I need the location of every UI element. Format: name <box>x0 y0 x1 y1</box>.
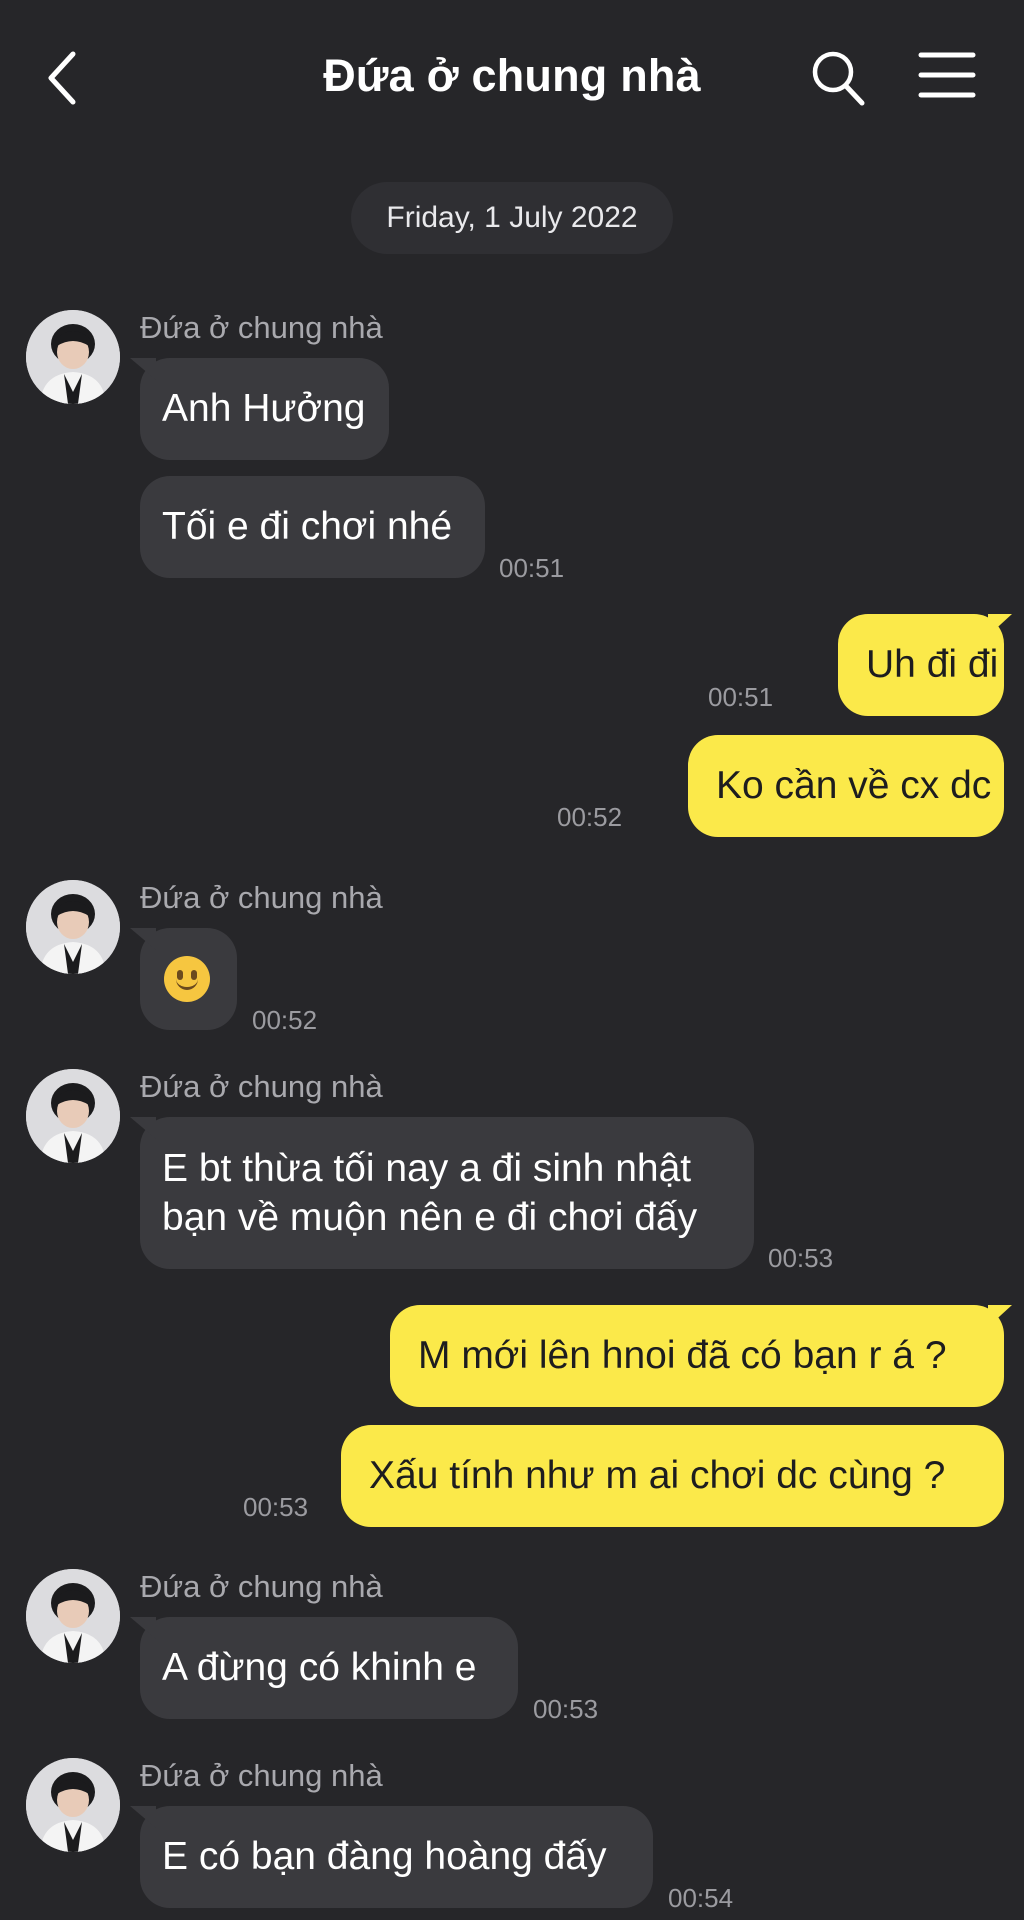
avatar[interactable] <box>26 1569 120 1663</box>
chat-title: Đứa ở chung nhà <box>323 50 701 101</box>
avatar-photo <box>26 1569 120 1663</box>
message-time: 00:53 <box>243 1492 309 1522</box>
avatar-photo <box>26 310 120 404</box>
avatar[interactable] <box>26 310 120 404</box>
avatar-photo <box>26 1758 120 1852</box>
sender-name: Đứa ở chung nhà <box>140 310 383 345</box>
avatar-photo <box>26 880 120 974</box>
date-separator: Friday, 1 July 2022 <box>351 182 673 254</box>
message-bubble[interactable]: Ko cần về cx dc <box>688 735 1004 837</box>
message-time: 00:53 <box>533 1694 599 1724</box>
message-time: 00:53 <box>768 1243 834 1273</box>
message-time: 00:51 <box>708 682 774 712</box>
message-bubble[interactable]: Uh đi đi <box>838 614 1004 716</box>
hamburger-menu-icon <box>918 52 976 98</box>
message-line: E bt thừa tối nay a đi sinh nhật <box>162 1147 692 1190</box>
message-bubble[interactable]: E bt thừa tối nay a đi sinh nhật bạn về … <box>140 1117 754 1269</box>
message-bubble[interactable]: Tối e đi chơi nhé <box>140 476 485 578</box>
sender-name: Đứa ở chung nhà <box>140 880 383 915</box>
search-icon <box>812 51 865 106</box>
message-bubble[interactable]: A đừng có khinh e <box>140 1617 518 1719</box>
emoji-message-bubble[interactable] <box>140 928 237 1030</box>
message-time: 00:54 <box>668 1883 734 1913</box>
slightly-smiling-face-emoji <box>164 956 210 1002</box>
message-line: bạn về muộn nên e đi chơi đấy <box>162 1196 698 1239</box>
message-bubble[interactable]: Anh Hưởng <box>140 358 389 460</box>
menu-button[interactable] <box>918 50 976 100</box>
message-time: 00:52 <box>252 1005 318 1035</box>
avatar[interactable] <box>26 880 120 974</box>
message-bubble[interactable]: M mới lên hnoi đã có bạn r á ? <box>390 1305 1004 1407</box>
avatar[interactable] <box>26 1758 120 1852</box>
message-time: 00:52 <box>557 802 623 832</box>
message-time: 00:51 <box>499 553 565 583</box>
avatar-photo <box>26 1069 120 1163</box>
chat-screen: Đứa ở chung nhà Friday, 1 July 2022 Đứa … <box>0 0 1024 1920</box>
search-button[interactable] <box>808 48 868 108</box>
sender-name: Đứa ở chung nhà <box>140 1569 383 1604</box>
message-bubble[interactable]: E có bạn đàng hoàng đấy <box>140 1806 653 1908</box>
sender-name: Đứa ở chung nhà <box>140 1069 383 1104</box>
sender-name: Đứa ở chung nhà <box>140 1758 383 1793</box>
chat-header: Đứa ở chung nhà <box>0 0 1024 150</box>
message-bubble[interactable]: Xấu tính như m ai chơi dc cùng ? <box>341 1425 1004 1527</box>
avatar[interactable] <box>26 1069 120 1163</box>
